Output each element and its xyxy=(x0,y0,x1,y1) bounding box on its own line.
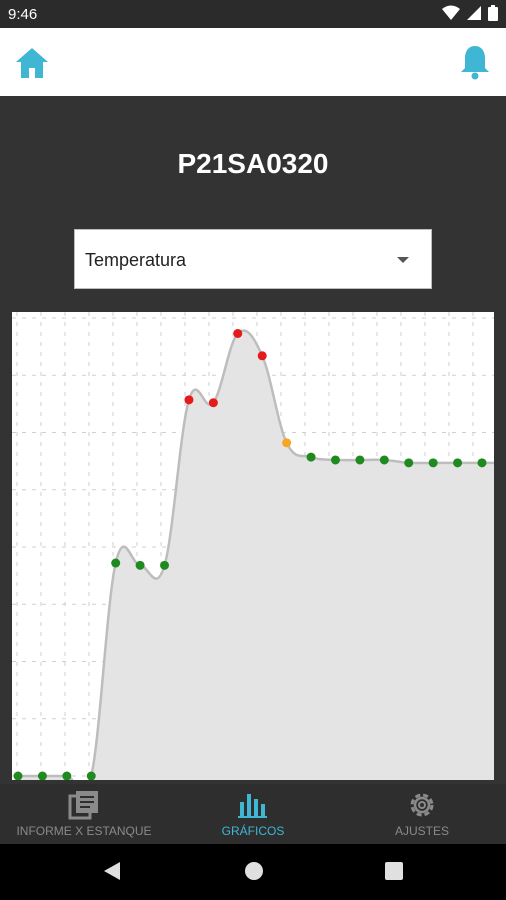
data-point[interactable] xyxy=(282,438,292,448)
recents-icon[interactable] xyxy=(384,860,404,882)
status-bar: 9:46 xyxy=(0,0,506,28)
data-point[interactable] xyxy=(184,395,194,405)
home-icon[interactable] xyxy=(14,46,50,80)
data-point[interactable] xyxy=(257,351,267,361)
bottom-nav: INFORME X ESTANQUE GRÁFICOS AJUSTES xyxy=(0,784,506,844)
data-point[interactable] xyxy=(135,560,145,570)
data-point[interactable] xyxy=(208,398,218,408)
data-point[interactable] xyxy=(13,771,23,781)
data-point[interactable] xyxy=(111,558,121,568)
back-icon[interactable] xyxy=(102,860,122,882)
system-nav-bar xyxy=(0,844,506,900)
data-point[interactable] xyxy=(37,771,47,781)
chart-container xyxy=(12,312,498,795)
data-point[interactable] xyxy=(355,455,365,465)
signal-icon xyxy=(467,6,481,20)
wifi-icon xyxy=(442,5,460,20)
dropdown-value: Temperatura xyxy=(85,250,187,270)
nav-label-graficos: GRÁFICOS xyxy=(221,824,285,838)
nav-label-ajustes: AJUSTES xyxy=(394,824,449,838)
bar-chart-icon xyxy=(238,794,267,818)
data-point[interactable] xyxy=(453,458,463,468)
data-point[interactable] xyxy=(428,458,438,468)
status-icons xyxy=(442,5,498,21)
page-title: P21SA0320 xyxy=(177,148,329,179)
nav-informe[interactable]: INFORME X ESTANQUE xyxy=(0,784,168,844)
main-content: P21SA0320 Temperatura xyxy=(0,96,506,795)
nav-label-informe: INFORME X ESTANQUE xyxy=(16,824,152,838)
battery-icon xyxy=(488,5,498,21)
variable-dropdown[interactable]: Temperatura xyxy=(74,229,432,289)
report-icon xyxy=(68,791,98,820)
circle-home-icon[interactable] xyxy=(243,860,265,882)
data-point[interactable] xyxy=(477,458,487,468)
data-point[interactable] xyxy=(330,455,340,465)
app-bar xyxy=(0,28,506,96)
data-point[interactable] xyxy=(233,328,243,338)
chevron-down-icon xyxy=(397,257,409,263)
bell-icon[interactable] xyxy=(458,44,492,80)
nav-ajustes[interactable]: AJUSTES xyxy=(338,784,506,844)
data-point[interactable] xyxy=(379,455,389,465)
data-point[interactable] xyxy=(62,771,72,781)
data-point[interactable] xyxy=(160,560,170,570)
line-chart xyxy=(12,312,498,795)
status-time: 9:46 xyxy=(8,6,38,23)
gear-icon xyxy=(410,793,434,817)
nav-graficos[interactable]: GRÁFICOS xyxy=(169,784,337,844)
data-point[interactable] xyxy=(306,452,316,462)
data-point[interactable] xyxy=(404,458,414,468)
